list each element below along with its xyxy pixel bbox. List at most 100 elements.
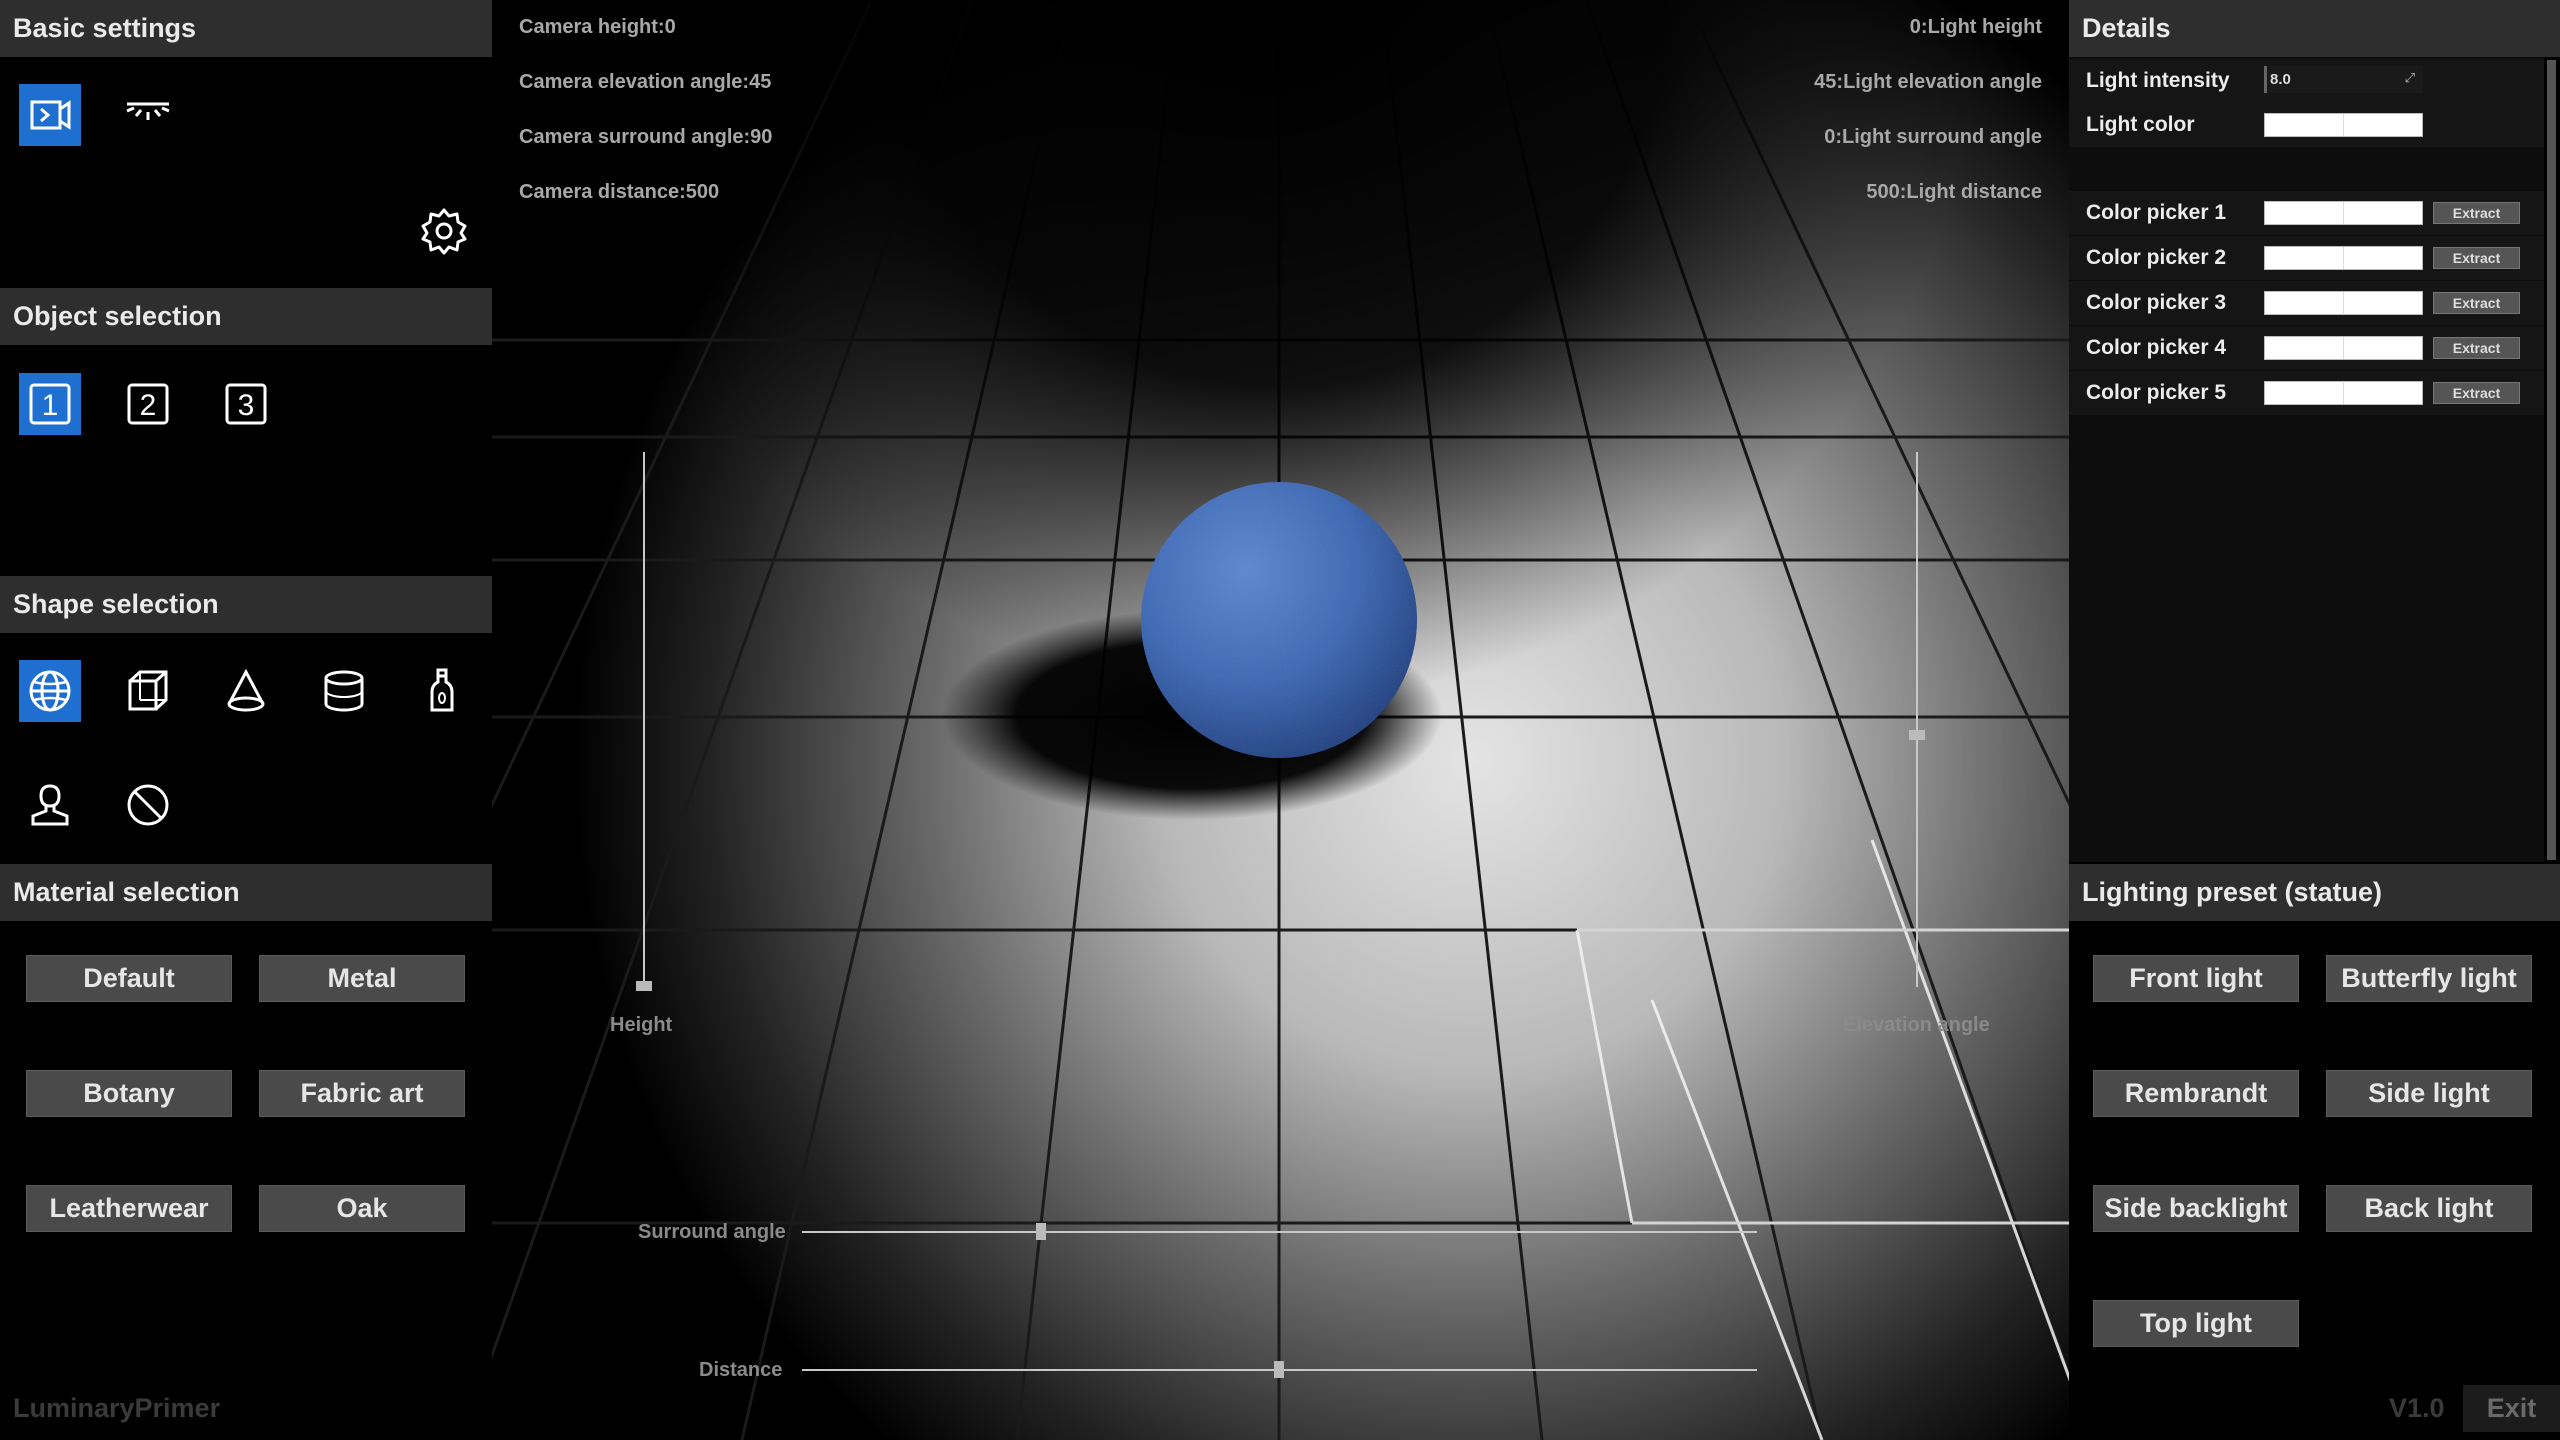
light-icon (126, 102, 170, 120)
object-selection-header: Object selection (0, 288, 492, 345)
lighting-preset-header: Lighting preset (statue) (2069, 864, 2560, 921)
svg-text:1: 1 (42, 389, 59, 422)
object-3-button[interactable]: 3 (215, 373, 277, 435)
light-surround-readout: 0:Light surround angle (1824, 126, 2042, 148)
basic-settings-header: Basic settings (0, 0, 492, 57)
color-picker-label: Color picker 1 (2086, 201, 2227, 224)
right-panel: Details Light intensity 8.0 ⤢ Light colo… (2069, 0, 2560, 1440)
height-slider[interactable] (629, 452, 659, 992)
drag-handle-icon[interactable]: ⤢ (2405, 70, 2415, 86)
number-1-icon: 1 (29, 383, 71, 425)
shape-bottle-button[interactable] (411, 660, 473, 722)
light-height-readout: 0:Light height (1909, 16, 2042, 38)
person-bust-icon (31, 784, 69, 826)
light-intensity-row: Light intensity 8.0 ⤢ (2069, 59, 2544, 103)
svg-text:3: 3 (238, 389, 255, 422)
3d-viewport[interactable]: Camera height:0 Camera elevation angle:4… (492, 0, 2069, 1440)
light-intensity-value: 8.0 (2270, 71, 2291, 88)
surround-slider-label: Surround angle (638, 1221, 786, 1243)
color-picker-row: Color picker 5 Extract (2069, 371, 2544, 415)
shape-selection-header: Shape selection (0, 576, 492, 633)
extract-button[interactable]: Extract (2433, 247, 2520, 269)
version-label: V1.0 (2389, 1393, 2445, 1423)
light-distance-readout: 500:Light distance (1866, 181, 2042, 203)
extract-button[interactable]: Extract (2433, 337, 2520, 359)
basic-settings-title: Basic settings (13, 13, 197, 43)
light-intensity-field[interactable]: 8.0 ⤢ (2264, 66, 2423, 93)
brand-label: LuminaryPrimer (13, 1393, 221, 1423)
details-header: Details (2069, 0, 2560, 57)
camera-elevation-readout: Camera elevation angle:45 (519, 71, 772, 93)
cylinder-icon (324, 670, 364, 712)
camera-mode-button[interactable] (19, 84, 81, 146)
shape-cube-button[interactable] (117, 660, 179, 722)
light-color-row: Light color (2069, 103, 2544, 147)
light-intensity-label: Light intensity (2086, 69, 2230, 92)
extract-button[interactable]: Extract (2433, 292, 2520, 314)
cone-icon (227, 668, 265, 712)
distance-slider[interactable] (802, 1355, 1757, 1385)
shape-bust-button[interactable] (19, 774, 81, 836)
color-picker-5-swatch[interactable] (2264, 381, 2423, 405)
globe-icon (29, 670, 71, 712)
material-default-button[interactable]: Default (26, 955, 232, 1002)
surround-slider[interactable] (802, 1217, 1757, 1247)
details-scrollbar-thumb[interactable] (2547, 60, 2556, 860)
camera-surround-readout: Camera surround angle:90 (519, 126, 773, 148)
object-2-button[interactable]: 2 (117, 373, 179, 435)
settings-button[interactable] (413, 200, 475, 262)
extract-button[interactable]: Extract (2433, 202, 2520, 224)
light-elevation-readout: 45:Light elevation angle (1814, 71, 2042, 93)
light-mode-button[interactable] (117, 84, 179, 146)
color-picker-label: Color picker 5 (2086, 381, 2227, 404)
preset-rembrandt-button[interactable]: Rembrandt (2093, 1070, 2299, 1117)
shape-cylinder-button[interactable] (313, 660, 375, 722)
color-picker-1-swatch[interactable] (2264, 201, 2423, 225)
material-fabric-art-button[interactable]: Fabric art (259, 1070, 465, 1117)
preset-butterfly-light-button[interactable]: Butterfly light (2326, 955, 2532, 1002)
elevation-slider[interactable] (1902, 452, 1932, 992)
color-picker-row: Color picker 3 Extract (2069, 281, 2544, 325)
camera-distance-readout: Camera distance:500 (519, 181, 720, 203)
extract-button[interactable]: Extract (2433, 382, 2520, 404)
prohibited-icon (127, 784, 169, 826)
shape-none-button[interactable] (117, 774, 179, 836)
distance-slider-label: Distance (699, 1359, 783, 1381)
light-color-label: Light color (2086, 113, 2195, 136)
color-picker-row: Color picker 2 Extract (2069, 236, 2544, 280)
preset-side-light-button[interactable]: Side light (2326, 1070, 2532, 1117)
exit-button[interactable]: Exit (2463, 1385, 2560, 1432)
material-oak-button[interactable]: Oak (259, 1185, 465, 1232)
details-scrollbar[interactable] (2547, 60, 2556, 860)
elevation-slider-label: Elevation angle (1843, 1014, 1990, 1036)
bottle-icon (430, 668, 454, 712)
material-metal-button[interactable]: Metal (259, 955, 465, 1002)
shape-cone-button[interactable] (215, 660, 277, 722)
lighting-preset-title: Lighting preset (statue) (2082, 877, 2383, 907)
preset-side-backlight-button[interactable]: Side backlight (2093, 1185, 2299, 1232)
color-picker-row: Color picker 4 Extract (2069, 326, 2544, 370)
camera-icon (30, 100, 71, 130)
object-1-button[interactable]: 1 (19, 373, 81, 435)
svg-text:2: 2 (140, 389, 157, 422)
number-3-icon: 3 (225, 383, 267, 425)
object-selection-title: Object selection (13, 301, 222, 331)
light-color-swatch[interactable] (2264, 113, 2423, 137)
material-leatherwear-button[interactable]: Leatherwear (26, 1185, 232, 1232)
camera-height-readout: Camera height:0 (519, 16, 676, 38)
cube-icon (128, 670, 168, 711)
details-body: Light intensity 8.0 ⤢ Light color Color … (2069, 57, 2544, 862)
material-selection-header: Material selection (0, 864, 492, 921)
height-slider-label: Height (610, 1014, 673, 1036)
preset-back-light-button[interactable]: Back light (2326, 1185, 2532, 1232)
color-picker-label: Color picker 4 (2086, 336, 2227, 359)
color-picker-3-swatch[interactable] (2264, 291, 2423, 315)
preset-top-light-button[interactable]: Top light (2093, 1300, 2299, 1347)
color-picker-4-swatch[interactable] (2264, 336, 2423, 360)
material-botany-button[interactable]: Botany (26, 1070, 232, 1117)
color-picker-label: Color picker 2 (2086, 246, 2227, 269)
shape-sphere-button[interactable] (19, 660, 81, 722)
preset-front-light-button[interactable]: Front light (2093, 955, 2299, 1002)
color-picker-2-swatch[interactable] (2264, 246, 2423, 270)
left-panel: Basic settings Object selection 1 2 3 Sh… (0, 0, 492, 1440)
